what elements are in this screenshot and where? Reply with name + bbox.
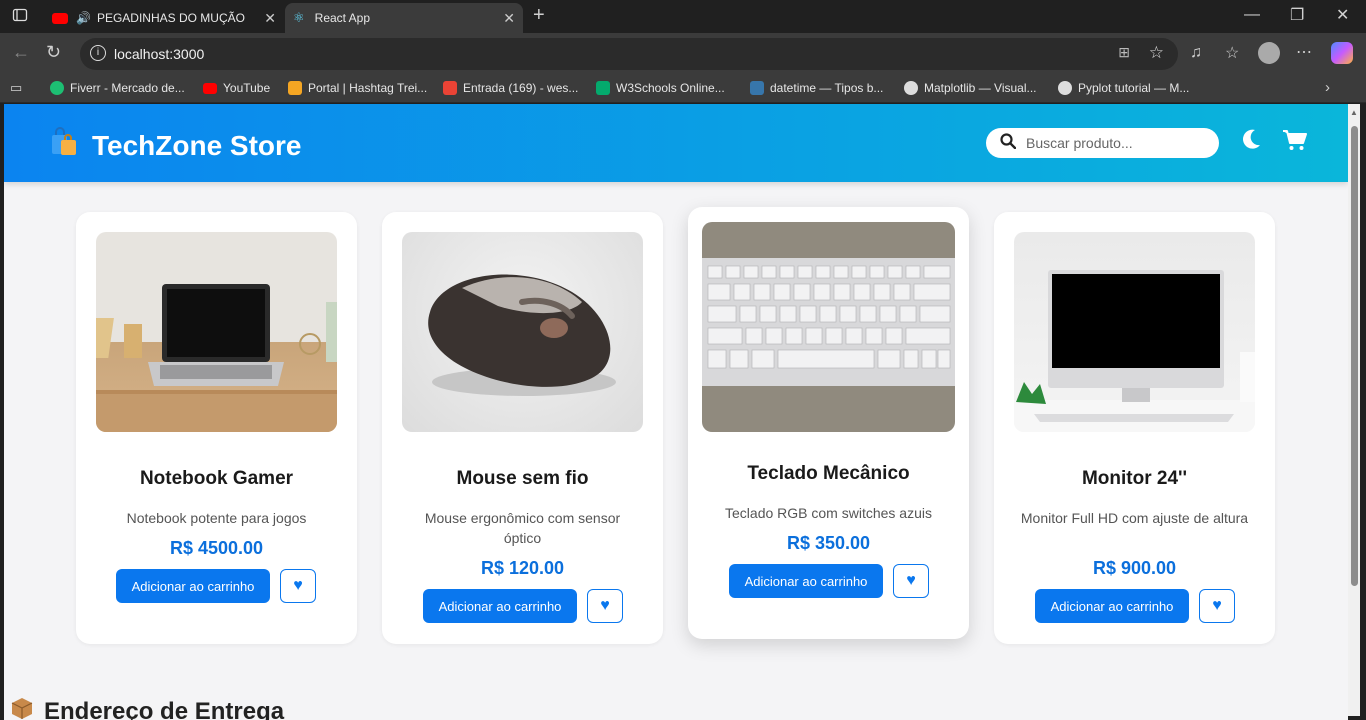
python-icon bbox=[750, 81, 764, 95]
speaker-icon[interactable]: 🔊 bbox=[76, 11, 91, 25]
bookmark-datetime[interactable]: datetime — Tipos b... bbox=[750, 81, 883, 95]
brand[interactable]: TechZone Store bbox=[48, 126, 302, 165]
fiverr-icon bbox=[50, 81, 64, 95]
copilot-icon[interactable] bbox=[1331, 42, 1353, 64]
restore-icon[interactable]: ❐ bbox=[1290, 5, 1304, 25]
product-price: R$ 900.00 bbox=[1092, 558, 1177, 578]
tab-react-app[interactable]: ⚛ React App ✕ bbox=[285, 3, 523, 33]
more-icon[interactable]: ⋯ bbox=[1296, 42, 1312, 62]
cart-icon[interactable] bbox=[1282, 129, 1308, 156]
section-title-text: Endereço de Entrega bbox=[44, 697, 285, 720]
section-title: Endereço de Entrega bbox=[10, 696, 284, 720]
new-tab-icon[interactable]: + bbox=[533, 4, 545, 27]
product-title: Mouse sem fio bbox=[456, 468, 589, 489]
product-card: Notebook Gamer Notebook potente para jog… bbox=[76, 212, 357, 644]
favorite-star-icon[interactable]: ☆ bbox=[1149, 43, 1164, 63]
youtube-icon bbox=[203, 82, 217, 94]
bookmark-youtube[interactable]: YouTube bbox=[203, 81, 270, 95]
product-price: R$ 4500.00 bbox=[169, 538, 264, 558]
product-card: Teclado Mecânico Teclado RGB com switche… bbox=[688, 207, 969, 639]
scroll-thumb[interactable] bbox=[1351, 126, 1358, 586]
matplotlib-icon bbox=[904, 81, 918, 95]
product-title: Teclado Mecânico bbox=[747, 463, 910, 484]
favorites-icon[interactable]: ☆ bbox=[1225, 43, 1239, 63]
tab-label: PEGADINHAS DO MUÇÃO bbox=[96, 11, 245, 25]
scroll-up-icon[interactable]: ▲ bbox=[1350, 108, 1358, 117]
address-bar[interactable]: i localhost:3000 ⊞ ☆ bbox=[80, 38, 1178, 70]
bookmark-hashtag[interactable]: Portal | Hashtag Trei... bbox=[288, 81, 427, 95]
product-card: Monitor 24'' Monitor Full HD com ajuste … bbox=[994, 212, 1275, 644]
product-description: Mouse ergonômico com sensor óptico bbox=[424, 510, 621, 546]
info-icon[interactable]: i bbox=[90, 45, 106, 61]
reload-icon[interactable]: ↻ bbox=[46, 42, 61, 63]
minimize-icon[interactable]: — bbox=[1244, 6, 1260, 24]
package-icon bbox=[10, 696, 34, 720]
favorite-heart-icon[interactable]: ♥ bbox=[893, 564, 929, 598]
gmail-icon bbox=[443, 81, 457, 95]
bookmark-pyplot[interactable]: Pyplot tutorial — M... bbox=[1058, 81, 1189, 95]
close-icon[interactable]: ✕ bbox=[503, 10, 515, 27]
shopping-bags-icon bbox=[48, 126, 80, 165]
product-title: Monitor 24'' bbox=[1081, 468, 1188, 489]
product-description: Notebook potente para jogos bbox=[126, 510, 307, 526]
favorite-heart-icon[interactable]: ♥ bbox=[280, 569, 316, 603]
hashtag-icon bbox=[288, 81, 302, 95]
brand-name: TechZone Store bbox=[92, 129, 302, 161]
bookmarks-bar: ▭ Fiverr - Mercado de... YouTube Portal … bbox=[0, 75, 1366, 103]
tab-label: React App bbox=[314, 11, 371, 25]
media-icon[interactable]: ♫ bbox=[1190, 44, 1202, 62]
bookmark-fiverr[interactable]: Fiverr - Mercado de... bbox=[50, 81, 185, 95]
favorite-heart-icon[interactable]: ♥ bbox=[1199, 589, 1235, 623]
product-price: R$ 120.00 bbox=[480, 558, 565, 578]
add-to-cart-button[interactable]: Adicionar ao carrinho bbox=[729, 564, 883, 598]
sidebar-toggle-icon[interactable]: ▭ bbox=[10, 80, 22, 96]
product-card: Mouse sem fio Mouse ergonômico com senso… bbox=[382, 212, 663, 644]
product-image-mouse bbox=[402, 232, 643, 432]
profile-avatar[interactable] bbox=[1258, 42, 1280, 64]
search-input[interactable] bbox=[1026, 135, 1206, 151]
bookmark-matplotlib[interactable]: Matplotlib — Visual... bbox=[904, 81, 1037, 95]
favorite-heart-icon[interactable]: ♥ bbox=[587, 589, 623, 623]
w3schools-icon bbox=[596, 81, 610, 95]
site-header: TechZone Store bbox=[4, 104, 1348, 182]
tab-actions-icon[interactable] bbox=[12, 7, 28, 28]
close-icon[interactable]: ✕ bbox=[264, 10, 276, 27]
tab-pegadinhas[interactable]: 🔊 PEGADINHAS DO MUÇÃO ✕ bbox=[44, 3, 284, 33]
matplotlib-icon bbox=[1058, 81, 1072, 95]
product-image-notebook bbox=[96, 232, 337, 432]
apps-icon[interactable]: ⊞ bbox=[1118, 44, 1130, 61]
add-to-cart-button[interactable]: Adicionar ao carrinho bbox=[1035, 589, 1189, 623]
browser-toolbar: ← ↻ i localhost:3000 ⊞ ☆ ♫ ☆ ⋯ bbox=[0, 33, 1366, 75]
add-to-cart-button[interactable]: Adicionar ao carrinho bbox=[116, 569, 270, 603]
dark-mode-moon-icon[interactable] bbox=[1240, 128, 1262, 155]
tab-bar: 🔊 PEGADINHAS DO MUÇÃO ✕ ⚛ React App ✕ + … bbox=[0, 0, 1366, 33]
close-window-icon[interactable]: ✕ bbox=[1336, 5, 1349, 25]
search-box[interactable] bbox=[986, 128, 1219, 158]
product-title: Notebook Gamer bbox=[139, 468, 294, 489]
search-icon bbox=[1000, 132, 1017, 154]
react-icon: ⚛ bbox=[293, 10, 305, 25]
product-description: Teclado RGB com switches azuis bbox=[725, 505, 932, 521]
bookmark-gmail[interactable]: Entrada (169) - wes... bbox=[443, 81, 578, 95]
web-page: TechZone Store Buscar produto... Noteboo… bbox=[4, 104, 1348, 720]
product-description: Monitor Full HD com ajuste de altura bbox=[1020, 510, 1249, 526]
product-image-monitor bbox=[1014, 232, 1255, 432]
bookmark-w3schools[interactable]: W3Schools Online... bbox=[596, 81, 725, 95]
product-price: R$ 350.00 bbox=[786, 533, 871, 553]
back-icon[interactable]: ← bbox=[12, 42, 30, 63]
product-image-keyboard bbox=[702, 222, 955, 432]
add-to-cart-button[interactable]: Adicionar ao carrinho bbox=[423, 589, 577, 623]
chevron-right-icon[interactable]: › bbox=[1325, 79, 1330, 96]
youtube-icon bbox=[52, 12, 68, 24]
url-text: localhost:3000 bbox=[114, 46, 205, 62]
scrollbar[interactable]: ▲ bbox=[1348, 104, 1360, 716]
